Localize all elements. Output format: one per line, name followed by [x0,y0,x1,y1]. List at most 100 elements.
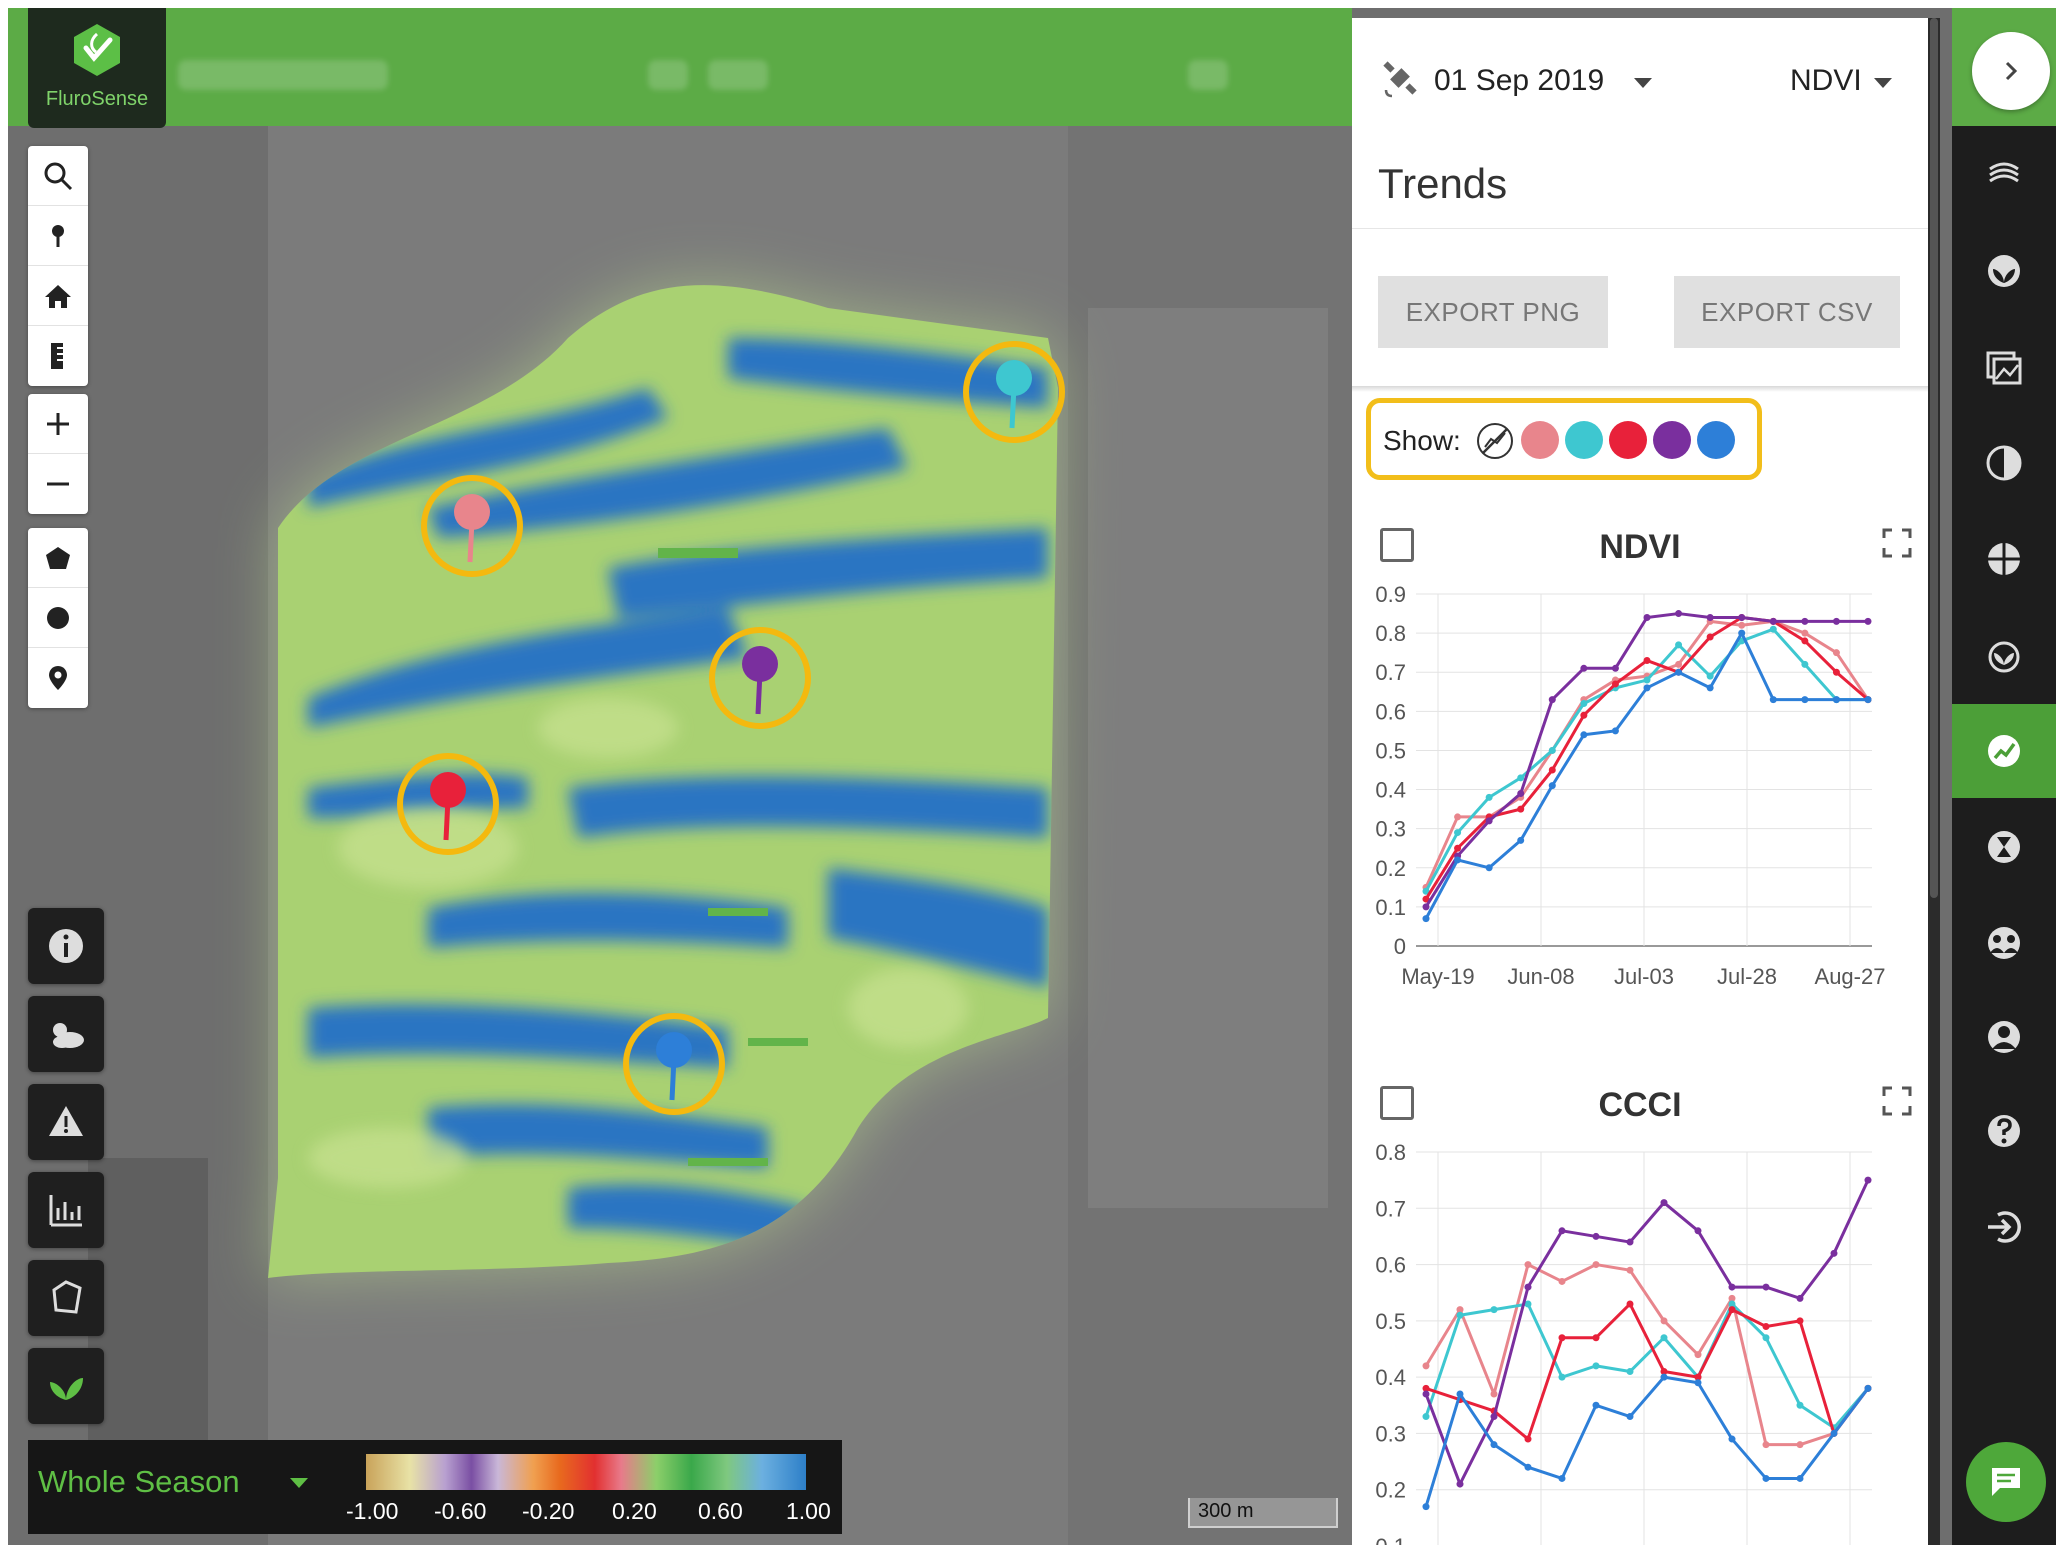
field-shape-button[interactable] [28,1260,104,1336]
draw-circle-button[interactable] [28,588,88,648]
history-icon [1988,831,2020,863]
sidebar-item-layers[interactable] [1952,128,2056,222]
sidebar-item-profile[interactable] [1952,990,2056,1084]
map-view[interactable]: FluroSense Whole Season -1.00 -0.60 -0.2… [8,8,1352,1545]
polygon-icon [46,546,70,569]
data-point [1517,836,1525,844]
data-point [1728,1283,1736,1291]
panel-title: Trends [1378,160,1508,207]
alerts-button[interactable] [28,1084,104,1160]
expand-icon[interactable] [1882,1086,1912,1116]
export-png-button[interactable]: EXPORT PNG [1378,276,1608,348]
data-point [1548,696,1556,704]
sidebar-item-history[interactable] [1952,800,2056,894]
data-point [1660,1199,1668,1207]
data-point [1769,696,1777,704]
hide-all-toggle[interactable] [1477,423,1513,459]
ruler-button[interactable] [28,326,88,386]
sidebar-item-help[interactable] [1952,1084,2056,1178]
sidebar-item-zones[interactable] [1952,512,2056,606]
data-point [1580,711,1588,719]
blurred-control [648,60,688,90]
data-point [1706,684,1714,692]
chart-grid [1416,1151,1872,1545]
data-point [1485,864,1493,872]
data-point [1580,664,1588,672]
export-csv-button[interactable]: EXPORT CSV [1674,276,1900,348]
chevron-down-icon[interactable] [290,1478,308,1488]
blurred-control [1188,60,1228,90]
marker-head [430,772,466,808]
analytics-button[interactable] [28,1172,104,1248]
data-point [1548,746,1556,754]
scrollbar-thumb[interactable] [1930,18,1938,898]
sidebar-item-images[interactable] [1952,320,2056,414]
chevron-down-icon[interactable] [1634,78,1652,88]
x-tick-label: Jul-28 [1717,964,1777,989]
series-toggle[interactable] [1609,421,1647,459]
zoom-in-button[interactable] [28,394,88,454]
search-button[interactable] [28,146,88,206]
chart-grid [1416,593,1872,947]
pin-button[interactable] [28,206,88,266]
series-toggle[interactable] [1521,421,1559,459]
app-logo[interactable]: FluroSense [28,8,166,128]
data-point [1626,1266,1634,1274]
chevron-down-icon[interactable] [1874,78,1892,88]
compare-icon [1986,445,2022,481]
series-toggle[interactable] [1697,421,1735,459]
season-select[interactable]: Whole Season [38,1464,240,1500]
data-point [1643,656,1651,664]
search-icon [44,162,73,190]
scale-tick: 0.60 [698,1498,743,1524]
crop-icon [50,1378,83,1400]
series-toggle[interactable] [1653,421,1691,459]
weather-button[interactable] [28,996,104,1072]
sidebar-item-compare[interactable] [1952,416,2056,510]
draw-tools [28,528,88,708]
chat-button[interactable] [1966,1442,2046,1522]
expand-icon[interactable] [1882,528,1912,558]
index-select[interactable]: NDVI [1790,64,1862,98]
sidebar-item-crop-type[interactable] [1952,224,2056,318]
data-point [1675,610,1683,618]
add-marker-button[interactable] [28,648,88,708]
sidebar-item-nutrients[interactable] [1952,608,2056,702]
nutrients-icon [1988,641,2020,673]
sidebar-item-team[interactable] [1952,896,2056,990]
y-tick-label: 0.8 [1375,621,1406,646]
data-point [1832,617,1840,625]
data-point [1660,1373,1668,1381]
series-toggle[interactable] [1565,421,1603,459]
data-point [1706,613,1714,621]
sidebar-item-logout[interactable] [1952,1180,2056,1274]
y-tick-label: 0.4 [1375,1365,1406,1390]
zoom-controls [28,394,88,514]
data-point [1524,1261,1532,1269]
panel-header: 01 Sep 2019 NDVI [1352,18,1928,128]
data-point [1728,1435,1736,1443]
marker-head [454,494,490,530]
info-button[interactable] [28,908,104,984]
data-point [1796,1294,1804,1302]
layers-icon [1989,162,2019,183]
crop-button[interactable] [28,1348,104,1424]
panel-scrollbar[interactable] [1928,18,1940,1545]
sidebar-item-trends[interactable] [1952,704,2056,798]
collapse-panel-button[interactable] [1972,32,2050,110]
data-point [1490,1441,1498,1449]
data-point [1738,621,1746,629]
data-point [1592,1401,1600,1409]
date-select[interactable]: 01 Sep 2019 [1434,64,1604,98]
home-button[interactable] [28,266,88,326]
crop-type-icon [1988,255,2020,287]
draw-polygon-button[interactable] [28,528,88,588]
team-icon [1988,927,2020,959]
data-point [1801,629,1809,637]
data-point [1558,1373,1566,1381]
series-path [1424,627,1868,892]
zoom-out-button[interactable] [28,454,88,514]
field-map[interactable] [8,8,1352,1545]
divider [1352,386,1928,392]
data-point [1830,1429,1838,1437]
